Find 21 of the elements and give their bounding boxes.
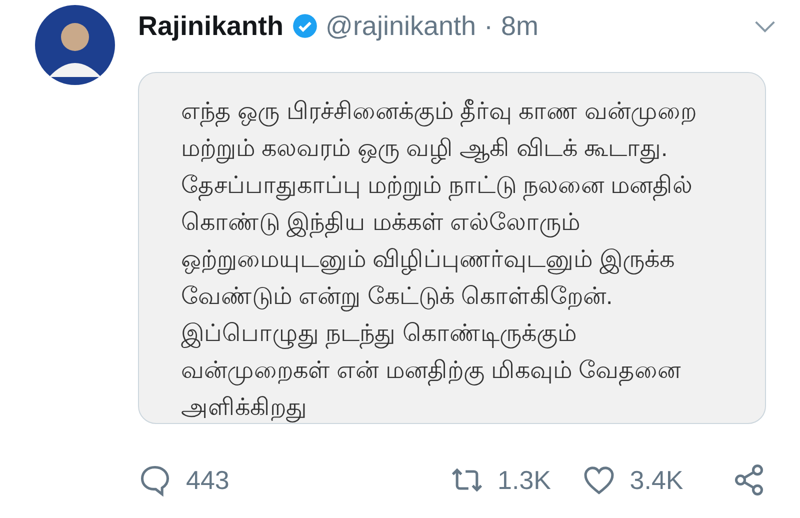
image-text-line: ஒற்றுமையுடனும் விழிப்புணர்வுடனும் இருக்க (181, 245, 676, 277)
separator-dot: · (484, 10, 494, 42)
tweet-image[interactable] (138, 72, 766, 424)
action-count: 3.4K (630, 464, 684, 496)
image-text-line: மற்றும் கலவரம் ஒரு வழி ஆகி விடக் கூடாது. (181, 134, 669, 166)
user-name[interactable]: Rajinikanth (138, 10, 284, 42)
image-text-line: தேசப்பாதுகாப்பு மற்றும் நாட்டு நலனை மனதில் (181, 171, 694, 203)
image-text-line: வன்முறைகள் என் மனதிற்கு மிகவும் வேதனை (181, 356, 682, 388)
image-text-line: அளிக்கிறது (181, 393, 308, 423)
tweet-time: 8m (501, 10, 539, 42)
image-text-line: கொண்டு இந்திய மக்கள் எல்லோரும் (181, 208, 582, 240)
caret-icon[interactable] (754, 20, 776, 32)
image-text-line: இப்பொழுது நடந்து கொண்டிருக்கும் (181, 319, 578, 351)
image-text-line: வேண்டும் என்று கேட்டுக் கொள்கிறேன். (181, 282, 614, 314)
action-count: 443 (186, 464, 230, 496)
action-count: 1.3K (498, 464, 552, 496)
avatar[interactable] (35, 5, 115, 85)
share-icon[interactable] (732, 463, 766, 497)
image-text-line: எந்த ஒரு பிரச்சினைக்கும் தீர்வு காண வன்முறை (181, 97, 698, 129)
user-handle[interactable]: @rajinikanth (326, 10, 476, 42)
speech-bubble-icon[interactable] (138, 463, 172, 497)
